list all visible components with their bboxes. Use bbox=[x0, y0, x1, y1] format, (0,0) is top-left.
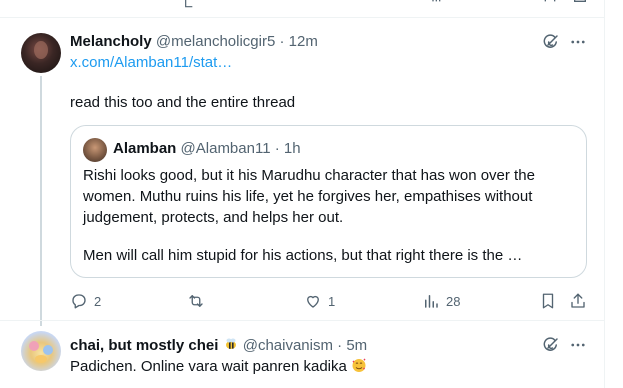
quoted-time: 1h bbox=[283, 140, 301, 157]
smiling-face-with-hearts-emoji bbox=[351, 358, 367, 375]
author-name[interactable]: Melancholy bbox=[70, 33, 152, 50]
share-icon bbox=[571, 293, 585, 308]
tweet-text: read this too and the entire thread bbox=[70, 94, 296, 111]
tweet-header: Melancholy @melancholicgir5 · 12m bbox=[70, 33, 318, 50]
views-button[interactable]: 28 bbox=[422, 289, 460, 313]
more-icon[interactable] bbox=[568, 335, 588, 355]
quoted-avatar bbox=[83, 138, 107, 162]
bookmark-icon bbox=[542, 293, 554, 309]
heart-icon bbox=[307, 295, 319, 308]
quoted-text-line: judgement, protects, and helps her out. bbox=[83, 209, 344, 226]
avatar[interactable] bbox=[21, 33, 61, 73]
author-name[interactable]: chai, but mostly chei bbox=[70, 337, 218, 354]
reply-icon bbox=[72, 294, 86, 309]
tweet-header: chai, but mostly chei @chaivanism · 5m bbox=[70, 336, 367, 354]
grok-icon[interactable] bbox=[541, 335, 561, 355]
views-icon bbox=[425, 295, 438, 308]
tweet-chai[interactable] bbox=[0, 321, 605, 388]
bookmark-button[interactable] bbox=[539, 289, 563, 313]
tweet-time[interactable]: 12m bbox=[289, 33, 318, 50]
avatar[interactable] bbox=[21, 331, 61, 371]
more-icon[interactable] bbox=[568, 32, 588, 52]
quoted-author-handle: @Alamban11 bbox=[180, 140, 271, 157]
author-handle[interactable]: @melancholicgir5 bbox=[156, 33, 275, 50]
views-count: 28 bbox=[446, 293, 461, 309]
separator-dot: · bbox=[279, 33, 285, 50]
separator-dot: · bbox=[337, 337, 343, 354]
reply-button[interactable]: 2 bbox=[70, 289, 101, 313]
like-button[interactable]: 1 bbox=[304, 289, 335, 313]
quoted-author-name: Alamban bbox=[113, 140, 177, 157]
quoted-tweet[interactable]: Alamban @Alamban11 · 1h Rishi looks good… bbox=[70, 125, 587, 278]
tweet-time[interactable]: 5m bbox=[346, 337, 367, 354]
scrollbar[interactable] bbox=[606, 0, 623, 388]
like-count: 1 bbox=[328, 293, 336, 309]
reply-count: 2 bbox=[94, 293, 102, 309]
tweet-actions: 2 1 28 bbox=[70, 289, 590, 313]
tweet-melancholy[interactable]: Melancholy @melancholicgir5 · 12m x.com/… bbox=[0, 0, 605, 320]
timeline: Melancholy @melancholicgir5 · 12m x.com/… bbox=[0, 0, 605, 388]
quoted-text-line: women. Muthu ruins his life, yet he forg… bbox=[83, 188, 533, 205]
tweet-text: Padichen. Online vara wait panren kadika bbox=[70, 357, 367, 375]
separator-dot: · bbox=[274, 140, 280, 157]
grok-icon[interactable] bbox=[541, 32, 561, 52]
share-button[interactable] bbox=[569, 289, 593, 313]
tweet-link[interactable]: x.com/Alamban11/stat… bbox=[70, 54, 232, 71]
author-handle[interactable]: @chaivanism bbox=[243, 337, 333, 354]
retweet-button[interactable] bbox=[187, 289, 211, 313]
tweet-text-content: Padichen. Online vara wait panren kadika bbox=[70, 358, 347, 375]
quoted-text-line: Men will call him stupid for his actions… bbox=[83, 247, 523, 264]
quoted-text-line: Rishi looks good, but it his Marudhu cha… bbox=[83, 167, 535, 184]
quoted-header: Alamban @Alamban11 · 1h bbox=[113, 140, 301, 157]
retweet-icon bbox=[189, 295, 203, 307]
bee-emoji bbox=[223, 337, 243, 354]
